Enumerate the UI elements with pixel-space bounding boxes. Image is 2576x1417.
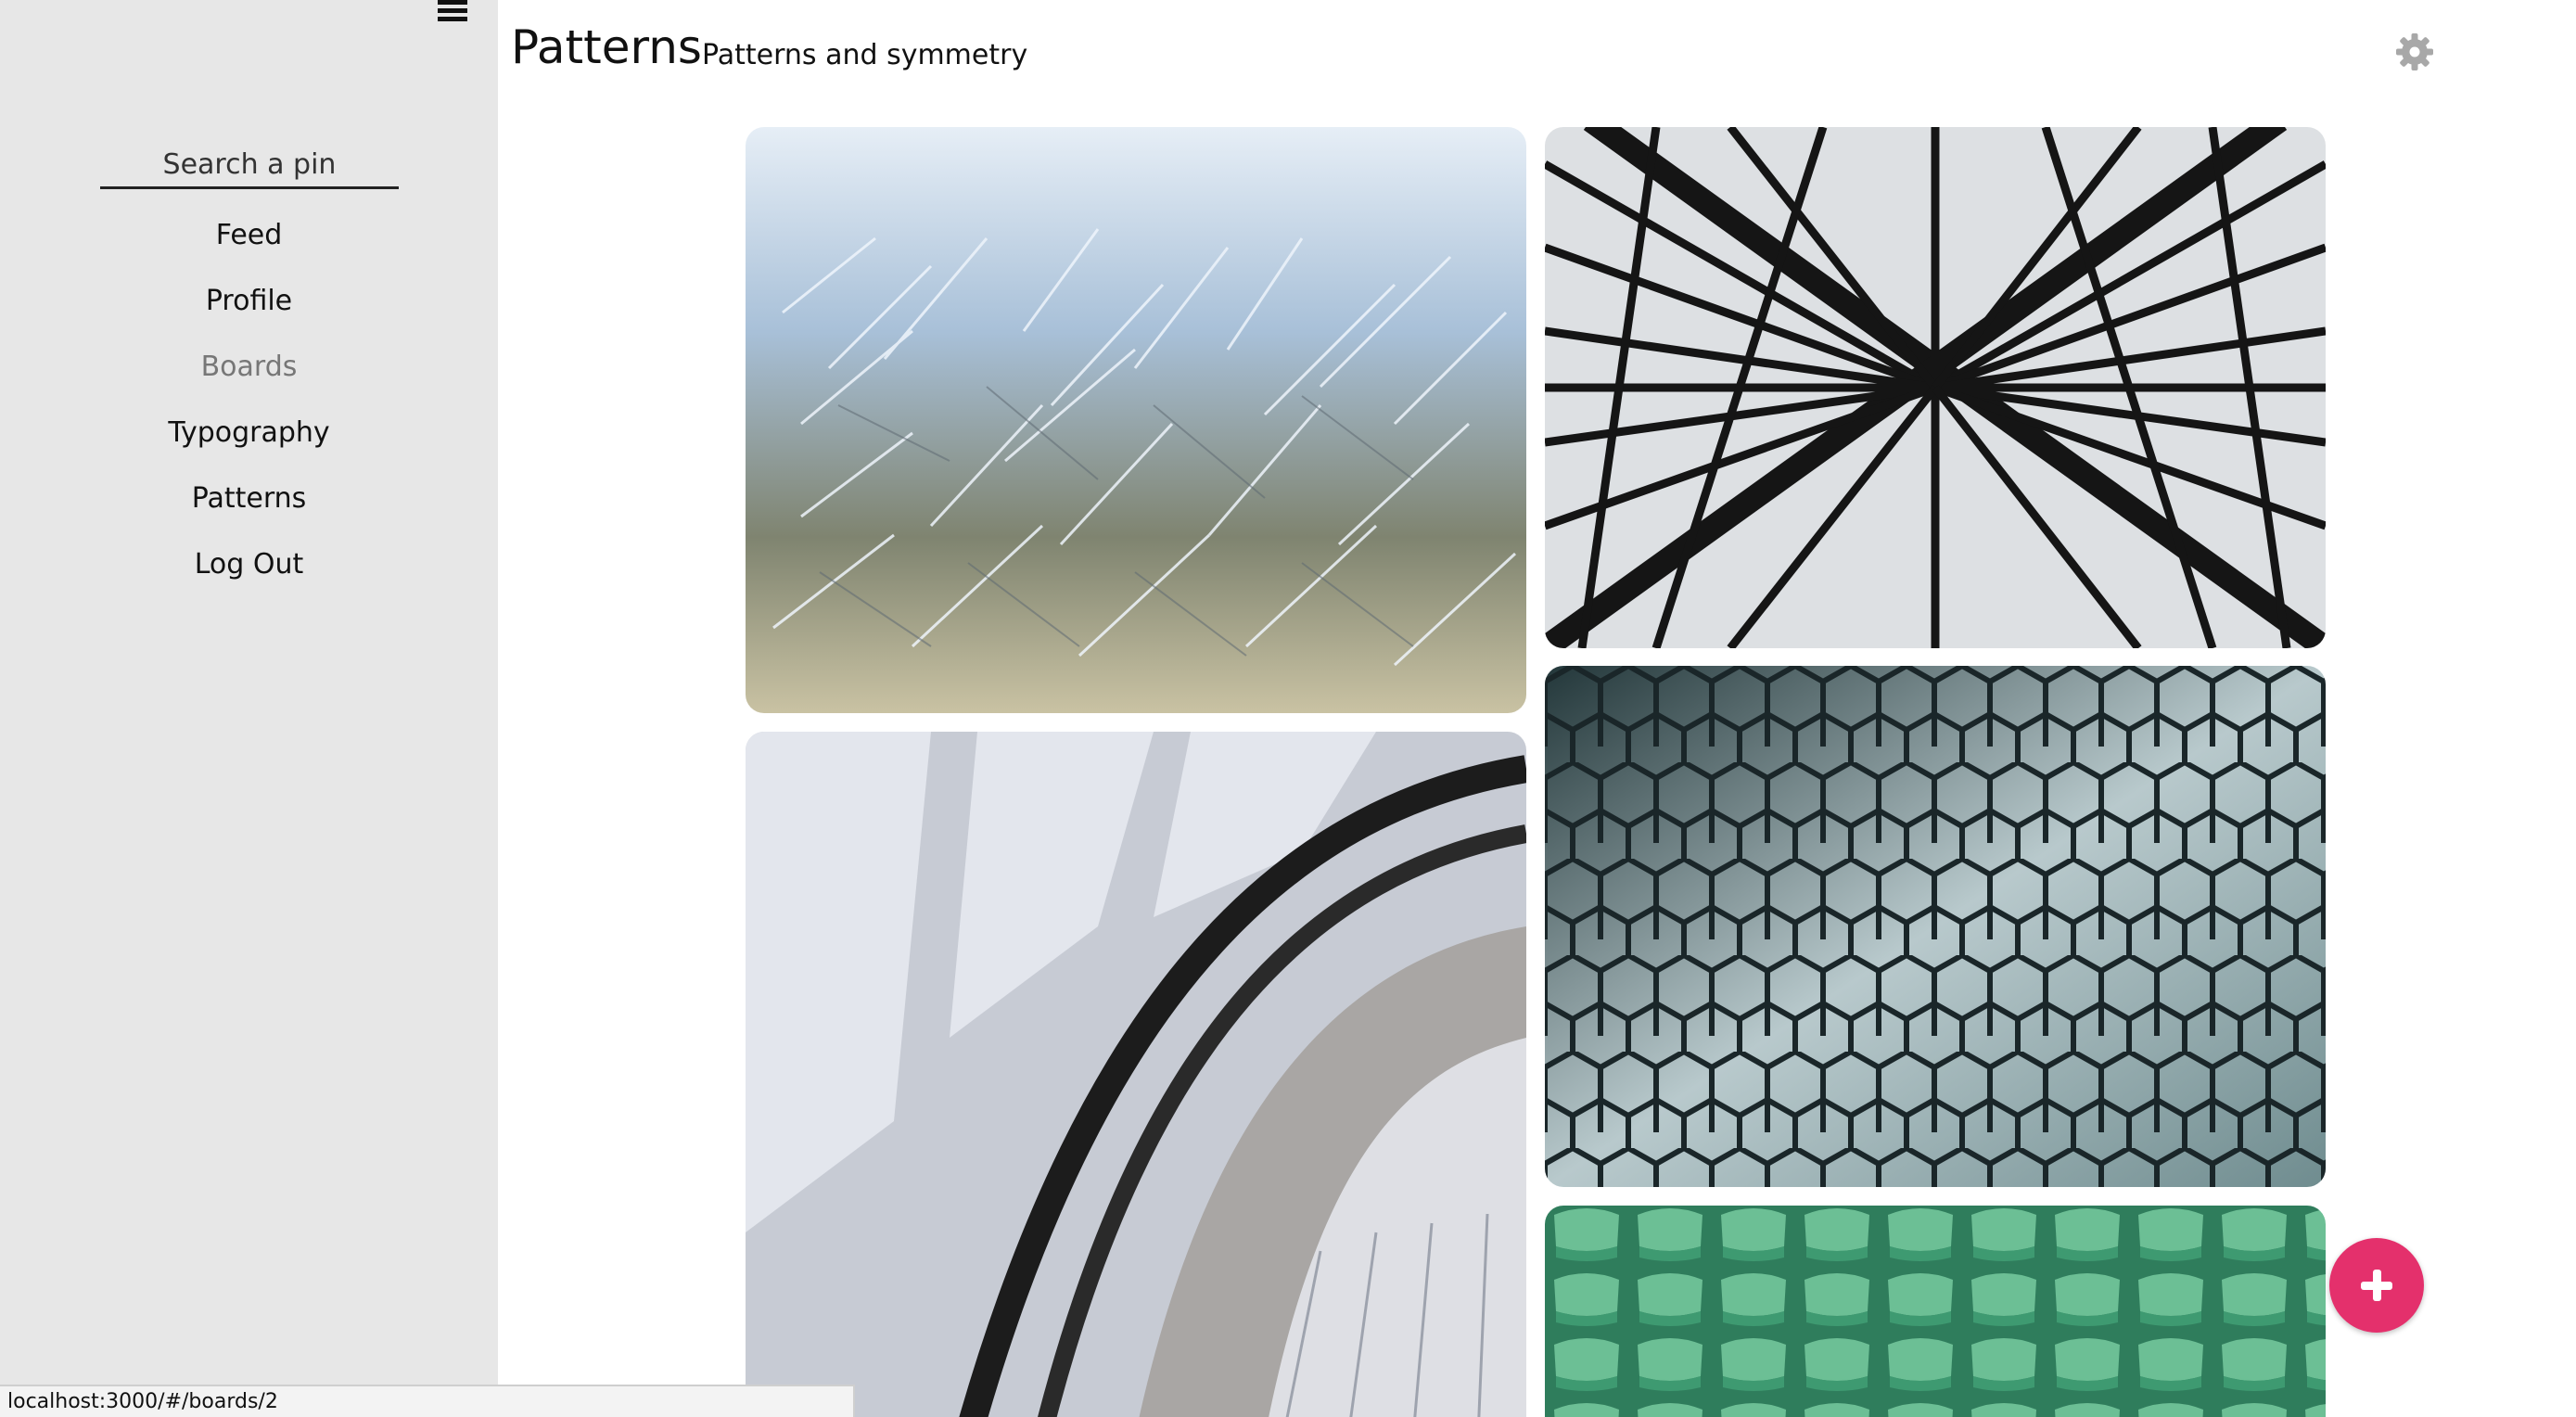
hamburger-menu-icon[interactable]	[438, 0, 467, 26]
pin-frost-crystals[interactable]	[746, 127, 1526, 713]
sidebar-item-profile[interactable]: Profile	[0, 275, 498, 341]
search-wrapper	[100, 147, 399, 189]
pin-green-stadium-seats[interactable]	[1545, 1206, 2326, 1417]
app: Feed Profile Boards Typography Patterns …	[0, 0, 2576, 1417]
search-input[interactable]	[100, 147, 399, 189]
pin-spiral-staircase[interactable]	[746, 732, 1526, 1417]
pin-image-hexagonal	[1545, 666, 2326, 1187]
add-pin-button[interactable]	[2329, 1238, 2424, 1333]
gear-icon[interactable]	[2394, 32, 2435, 72]
sidebar-item-patterns[interactable]: Patterns	[0, 473, 498, 539]
sidebar-nav: Feed Profile Boards Typography Patterns …	[0, 210, 498, 605]
sidebar-item-typography[interactable]: Typography	[0, 407, 498, 473]
page-title: Patterns	[511, 20, 702, 74]
pin-image-frost	[746, 127, 1526, 713]
page-subtitle: Patterns and symmetry	[702, 39, 1028, 71]
sidebar-item-log-out[interactable]: Log Out	[0, 539, 498, 605]
pin-hexagonal-glass[interactable]	[1545, 666, 2326, 1187]
pin-image-lattice	[1545, 127, 2326, 648]
sidebar-item-feed[interactable]: Feed	[0, 210, 498, 275]
sidebar-item-boards[interactable]: Boards	[0, 341, 498, 407]
pin-image-staircase	[746, 732, 1526, 1417]
pin-image-seats	[1545, 1206, 2326, 1417]
status-bar-url: localhost:3000/#/boards/2	[0, 1385, 855, 1417]
pin-steel-lattice[interactable]	[1545, 127, 2326, 648]
sidebar: Feed Profile Boards Typography Patterns …	[0, 0, 498, 1417]
